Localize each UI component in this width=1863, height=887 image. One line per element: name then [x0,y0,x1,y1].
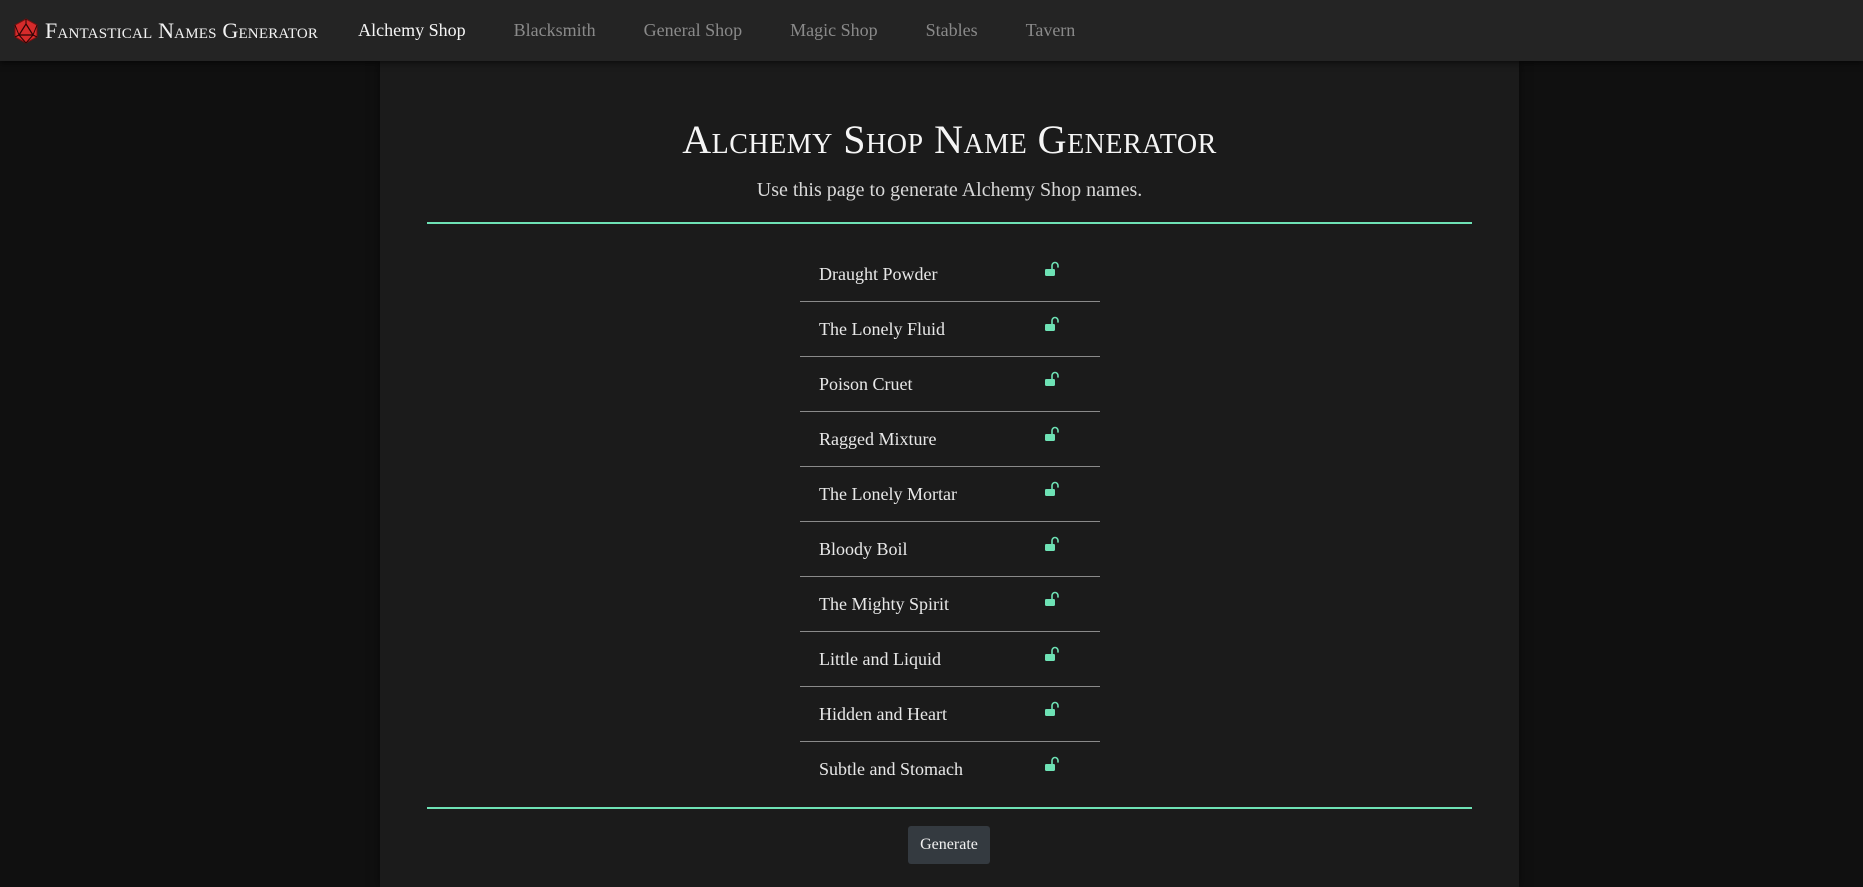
name-row: Bloody Boil [800,522,1100,577]
name-text: The Lonely Mortar [819,483,957,504]
name-text: Hidden and Heart [819,703,947,724]
brand-link[interactable]: Fantastical Names Generator [13,18,318,44]
nav-item-general-shop[interactable]: General Shop [644,20,742,41]
name-text: The Lonely Fluid [819,318,945,339]
d20-icon [14,17,38,44]
brand-name: Fantastical Names Generator [45,17,319,43]
name-row: Little and Liquid [800,632,1100,687]
name-row: Subtle and Stomach [800,742,1100,796]
unlock-icon[interactable] [1044,756,1060,772]
unlock-icon[interactable] [1044,591,1060,607]
name-text: Subtle and Stomach [819,758,963,779]
unlock-icon[interactable] [1044,481,1060,497]
name-text: Bloody Boil [819,538,908,559]
name-row: The Lonely Mortar [800,467,1100,522]
nav-item-alchemy-shop[interactable]: Alchemy Shop [358,20,466,41]
navbar: Fantastical Names Generator Alchemy Shop… [0,0,1863,61]
unlock-icon[interactable] [1044,371,1060,387]
bottom-divider [427,807,1472,809]
name-row: Draught Powder [800,247,1100,302]
unlock-icon[interactable] [1044,536,1060,552]
generate-button[interactable]: Generate [908,826,990,864]
unlock-icon[interactable] [1044,426,1060,442]
unlock-icon[interactable] [1044,646,1060,662]
name-row: The Mighty Spirit [800,577,1100,632]
unlock-icon[interactable] [1044,701,1060,717]
nav-item-blacksmith[interactable]: Blacksmith [514,20,596,41]
page-title: Alchemy Shop Name Generator [682,117,1217,162]
nav-links: Alchemy Shop Blacksmith General Shop Mag… [358,20,1123,41]
nav-item-magic-shop[interactable]: Magic Shop [790,20,878,41]
name-text: Poison Cruet [819,373,913,394]
name-row: Ragged Mixture [800,412,1100,467]
page-subtitle: Use this page to generate Alchemy Shop n… [756,179,1143,201]
name-text: Ragged Mixture [819,428,937,449]
name-text: The Mighty Spirit [819,593,949,614]
name-row: Hidden and Heart [800,687,1100,742]
top-divider [427,222,1472,224]
name-text: Draught Powder [819,263,938,284]
main-panel: Alchemy Shop Name Generator Use this pag… [380,61,1519,887]
nav-item-stables[interactable]: Stables [926,20,978,41]
name-row: Poison Cruet [800,357,1100,412]
name-text: Little and Liquid [819,648,941,669]
nav-item-tavern[interactable]: Tavern [1026,20,1076,41]
unlock-icon[interactable] [1044,316,1060,332]
name-list: Draught Powder The Lonely Fluid Poison C… [800,247,1100,796]
unlock-icon[interactable] [1044,261,1060,277]
name-row: The Lonely Fluid [800,302,1100,357]
